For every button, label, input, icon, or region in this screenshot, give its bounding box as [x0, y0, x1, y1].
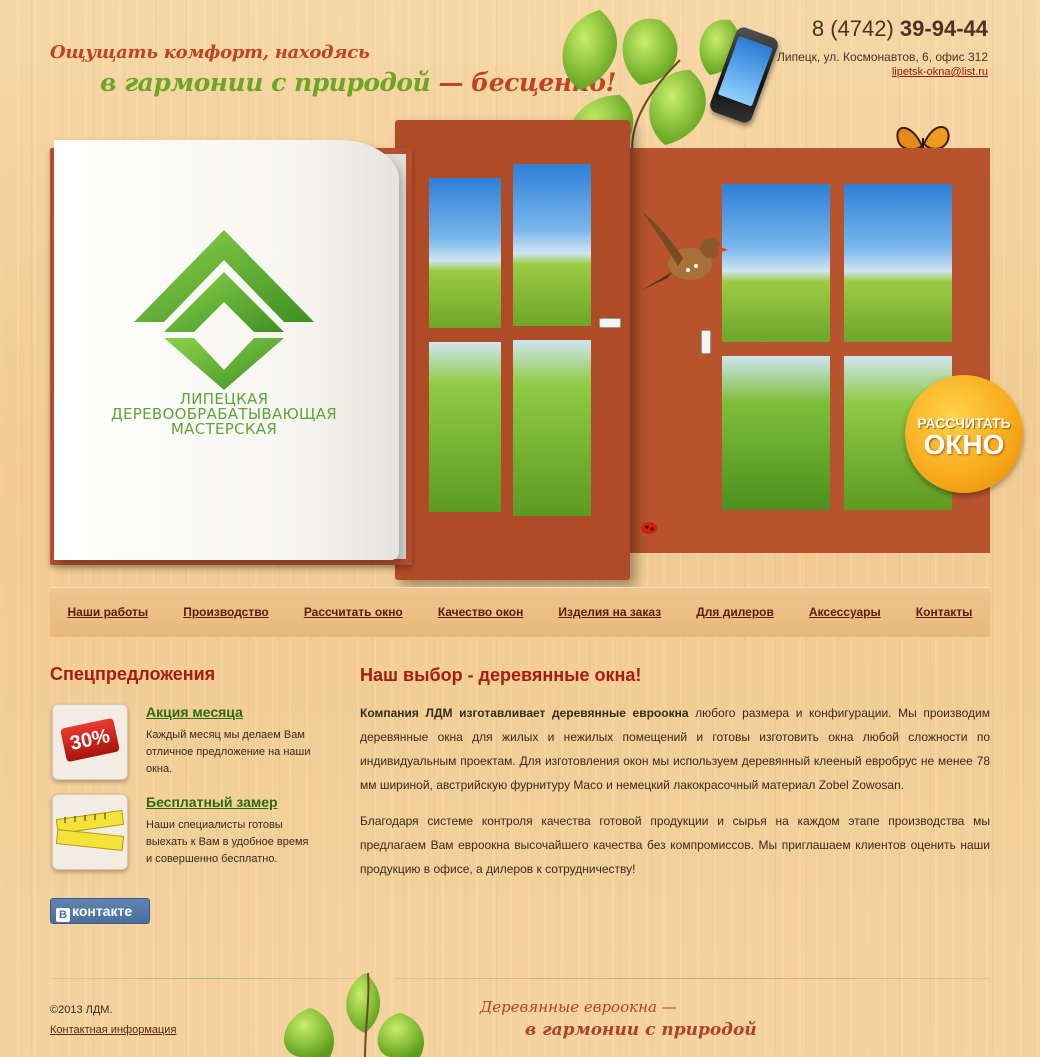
- special-offers-title: Спецпредложения: [50, 664, 216, 684]
- menu-item-our-works[interactable]: Наши работы: [68, 605, 149, 619]
- menu-item-production[interactable]: Производство: [183, 605, 269, 619]
- main-menu: Наши работы Производство Рассчитать окно…: [50, 587, 990, 637]
- menu-item-accessories[interactable]: Аксессуары: [809, 605, 881, 619]
- window-handle: [701, 330, 711, 354]
- phone-number[interactable]: 8 (4742) 39-94-44: [812, 16, 988, 42]
- open-window-sash: [395, 120, 630, 580]
- email-link[interactable]: lipetsk-okna@list.ru: [892, 66, 988, 78]
- vk-letter: В: [56, 908, 70, 922]
- header-slogan-line1: Ощущать комфорт, находясь: [50, 42, 370, 63]
- slogan-green-part: в гармонии с природой: [100, 68, 431, 97]
- measuring-tape-icon: [55, 809, 125, 851]
- leaf-icon: [283, 972, 424, 1057]
- book-page: ЛИПЕЦКАЯ ДЕРЕВООБРАБАТЫВАЮЩАЯ МАСТЕРСКАЯ: [54, 140, 399, 560]
- window-pane: [513, 340, 591, 516]
- content-paragraph: Благодаря системе контроля качества гото…: [360, 814, 990, 876]
- offer-title-link[interactable]: Акция месяца: [146, 704, 243, 720]
- copyright: ©2013 ЛДМ.: [50, 1004, 113, 1016]
- ladybug-icon: [641, 522, 657, 534]
- logo-text: ЛИПЕЦКАЯ ДЕРЕВООБРАБАТЫВАЮЩАЯ МАСТЕРСКАЯ: [104, 392, 344, 437]
- menu-item-dealers[interactable]: Для дилеров: [696, 605, 774, 619]
- content-title: Наш выбор - деревянные окна!: [360, 665, 642, 685]
- paragraph-bold-lead: Компания ЛДМ изготавливает деревянные ев…: [360, 706, 689, 720]
- phone-prefix: 8 (4742): [811, 16, 900, 41]
- offer-text: Каждый месяц мы делаем Вам отличное пред…: [146, 729, 311, 775]
- hero-banner: ЛИПЕЦКАЯ ДЕРЕВООБРАБАТЫВАЮЩАЯ МАСТЕРСКАЯ…: [50, 120, 1023, 590]
- offer-thumbnail[interactable]: 30%: [52, 704, 128, 780]
- offer-title-link[interactable]: Бесплатный замер: [146, 794, 278, 810]
- content-paragraph: Компания ЛДМ изготавливает деревянные ев…: [360, 701, 990, 797]
- window-pane: [429, 342, 501, 512]
- address: Липецк, ул. Космонавтов, 6, офис 312: [777, 50, 988, 64]
- vk-label: контакте: [72, 903, 133, 919]
- window-pane: [844, 184, 952, 342]
- offer-text: Наши специалисты готовы выехать к Вам в …: [146, 819, 309, 865]
- menu-item-quality[interactable]: Качество окон: [438, 605, 524, 619]
- phone-digits: 39-94-44: [899, 16, 988, 41]
- menu-item-calculate[interactable]: Рассчитать окно: [304, 605, 403, 619]
- logo-line3: МАСТЕРСКАЯ: [170, 420, 278, 438]
- window-pane: [722, 356, 830, 510]
- window-pane: [513, 164, 591, 326]
- footer-slogan-line1: Деревянные евроокна —: [480, 998, 677, 1016]
- company-logo: [134, 230, 314, 390]
- header-slogan-line2: в гармонии с природой — бесценно!: [100, 68, 616, 97]
- footer-divider: [395, 978, 990, 979]
- window-pane: [429, 178, 501, 328]
- discount-badge: 30%: [60, 717, 120, 763]
- menu-item-contacts[interactable]: Контакты: [916, 605, 973, 619]
- calculate-window-button[interactable]: РАССЧИТАТЬ ОКНО: [905, 375, 1023, 493]
- window-pane: [722, 184, 830, 342]
- menu-item-custom-products[interactable]: Изделия на заказ: [558, 605, 661, 619]
- window-handle: [599, 318, 621, 328]
- footer-slogan-line2: в гармонии с природой: [525, 1020, 757, 1040]
- bird-image: [642, 212, 728, 290]
- calc-line2: ОКНО: [923, 429, 1005, 460]
- contact-info-link[interactable]: Контактная информация: [50, 1024, 176, 1036]
- vkontakte-button[interactable]: Вконтакте: [50, 898, 150, 924]
- offer-thumbnail[interactable]: [52, 794, 128, 870]
